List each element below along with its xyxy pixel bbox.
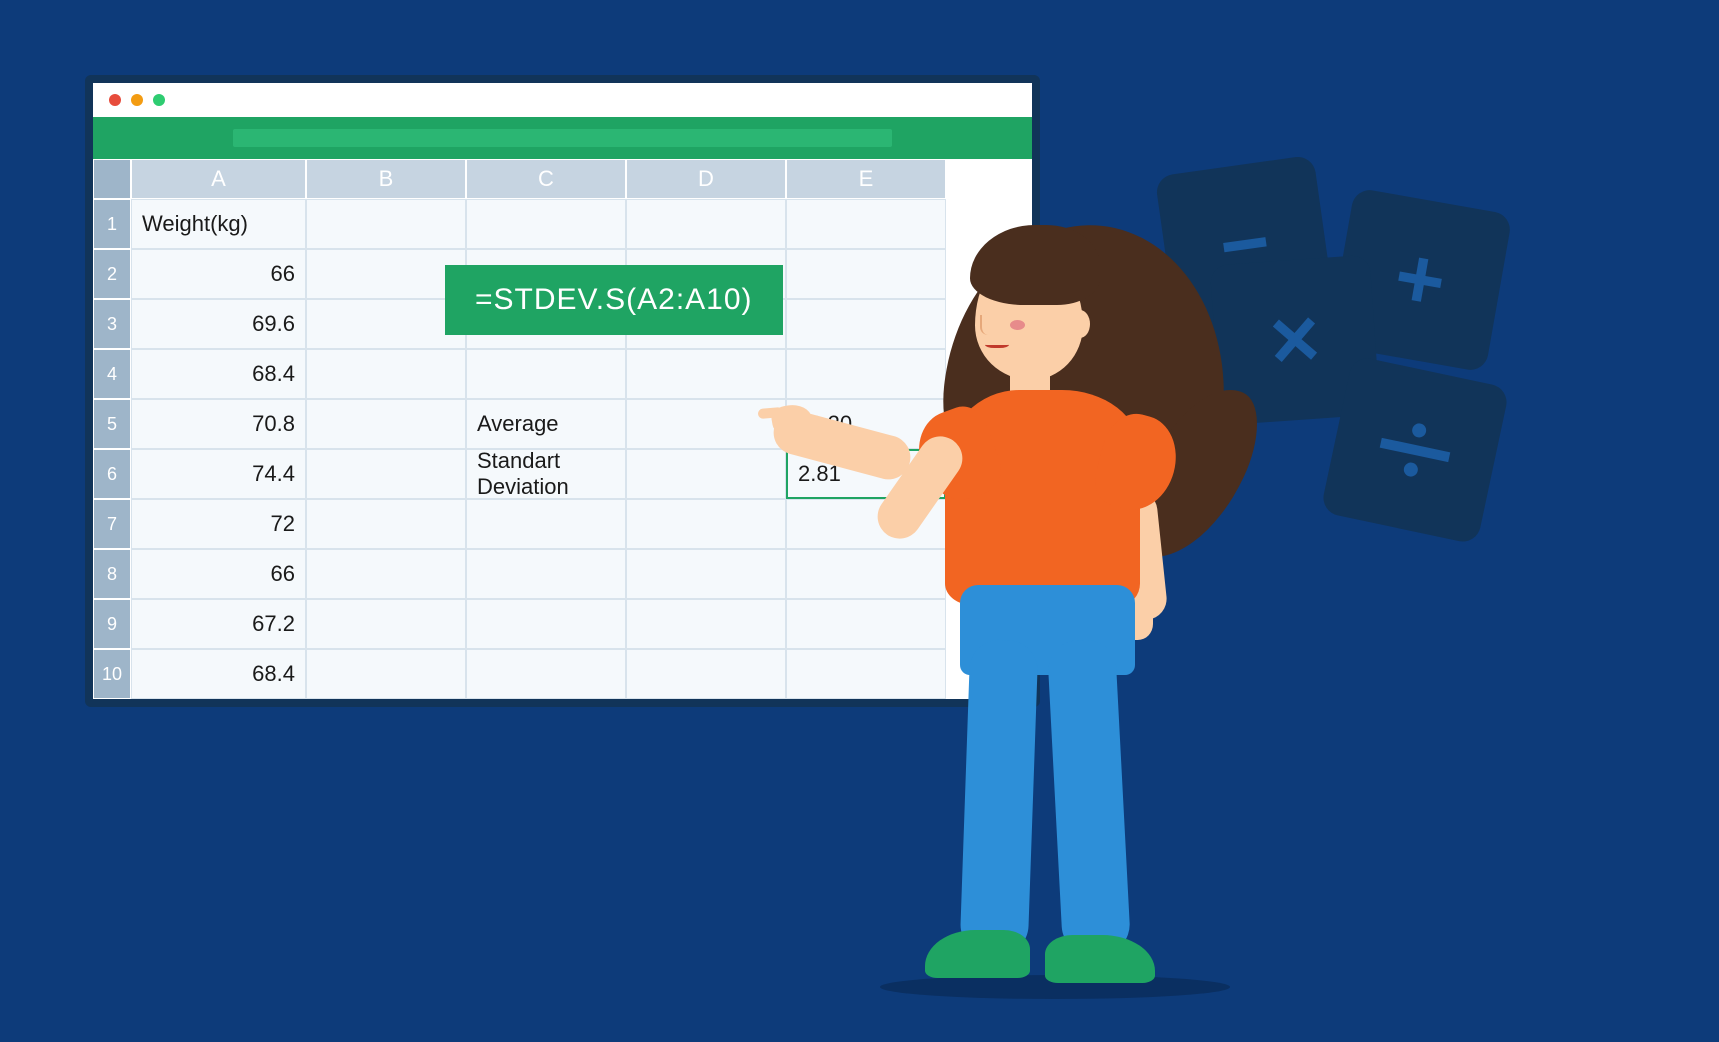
cell-D9[interactable] [626, 599, 786, 649]
row-header-8[interactable]: 8 [93, 549, 131, 599]
cell-E2[interactable] [786, 249, 946, 299]
cell-C4[interactable] [466, 349, 626, 399]
person-shadow [880, 975, 1230, 999]
divide-card [1320, 355, 1510, 545]
cell-E10[interactable] [786, 649, 946, 699]
cell-C6[interactable]: Standart Deviation [466, 449, 626, 499]
formula-tooltip: =STDEV.S(A2:A10) [445, 265, 783, 335]
cell-B1[interactable] [306, 199, 466, 249]
cell-B8[interactable] [306, 549, 466, 599]
cell-D5[interactable] [626, 399, 786, 449]
col-header-E[interactable]: E [786, 159, 946, 199]
cell-B5[interactable] [306, 399, 466, 449]
row-header-3[interactable]: 3 [93, 299, 131, 349]
minimize-icon[interactable] [131, 94, 143, 106]
cell-C8[interactable] [466, 549, 626, 599]
cell-E4[interactable] [786, 349, 946, 399]
window-titlebar [93, 83, 1032, 117]
cell-B9[interactable] [306, 599, 466, 649]
cell-E7[interactable] [786, 499, 946, 549]
cell-B4[interactable] [306, 349, 466, 399]
row-header-10[interactable]: 10 [93, 649, 131, 699]
row-header-9[interactable]: 9 [93, 599, 131, 649]
row-header-7[interactable]: 7 [93, 499, 131, 549]
cell-B2[interactable] [306, 249, 466, 299]
cell-C5[interactable]: Average [466, 399, 626, 449]
plus-icon: + [1387, 227, 1453, 332]
corner-cell[interactable] [93, 159, 131, 199]
maximize-icon[interactable] [153, 94, 165, 106]
col-header-A[interactable]: A [131, 159, 306, 199]
cell-A1[interactable]: Weight(kg) [131, 199, 306, 249]
cell-E6[interactable]: 2.81 [786, 449, 946, 499]
cell-E3[interactable] [786, 299, 946, 349]
spreadsheet-grid: A B C D E 1 Weight(kg) 2 66 3 69.6 [93, 159, 1032, 699]
close-icon[interactable] [109, 94, 121, 106]
times-icon: × [1267, 289, 1323, 390]
cell-C7[interactable] [466, 499, 626, 549]
cell-E1[interactable] [786, 199, 946, 249]
cell-E8[interactable] [786, 549, 946, 599]
cell-A5[interactable]: 70.8 [131, 399, 306, 449]
row-header-6[interactable]: 6 [93, 449, 131, 499]
col-header-C[interactable]: C [466, 159, 626, 199]
cell-A7[interactable]: 72 [131, 499, 306, 549]
row-header-1[interactable]: 1 [93, 199, 131, 249]
cell-A4[interactable]: 68.4 [131, 349, 306, 399]
cell-C1[interactable] [466, 199, 626, 249]
cell-D8[interactable] [626, 549, 786, 599]
row-header-2[interactable]: 2 [93, 249, 131, 299]
toolbar [93, 117, 1032, 159]
cell-A3[interactable]: 69.6 [131, 299, 306, 349]
row-header-4[interactable]: 4 [93, 349, 131, 399]
cell-B6[interactable] [306, 449, 466, 499]
cell-A2[interactable]: 66 [131, 249, 306, 299]
cell-C9[interactable] [466, 599, 626, 649]
cell-C10[interactable] [466, 649, 626, 699]
cell-B7[interactable] [306, 499, 466, 549]
cell-A10[interactable]: 68.4 [131, 649, 306, 699]
divide-icon [1375, 416, 1455, 483]
spreadsheet-window: A B C D E 1 Weight(kg) 2 66 3 69.6 [85, 75, 1040, 707]
cell-D6[interactable] [626, 449, 786, 499]
cell-E5[interactable]: 69.20 [786, 399, 946, 449]
cell-D10[interactable] [626, 649, 786, 699]
cell-A8[interactable]: 66 [131, 549, 306, 599]
cell-E9[interactable] [786, 599, 946, 649]
cell-A6[interactable]: 74.4 [131, 449, 306, 499]
col-header-B[interactable]: B [306, 159, 466, 199]
row-header-5[interactable]: 5 [93, 399, 131, 449]
cell-D1[interactable] [626, 199, 786, 249]
cell-B10[interactable] [306, 649, 466, 699]
cell-B3[interactable] [306, 299, 466, 349]
cell-D4[interactable] [626, 349, 786, 399]
cell-D7[interactable] [626, 499, 786, 549]
col-header-D[interactable]: D [626, 159, 786, 199]
toolbar-strip [233, 129, 892, 147]
cell-A9[interactable]: 67.2 [131, 599, 306, 649]
